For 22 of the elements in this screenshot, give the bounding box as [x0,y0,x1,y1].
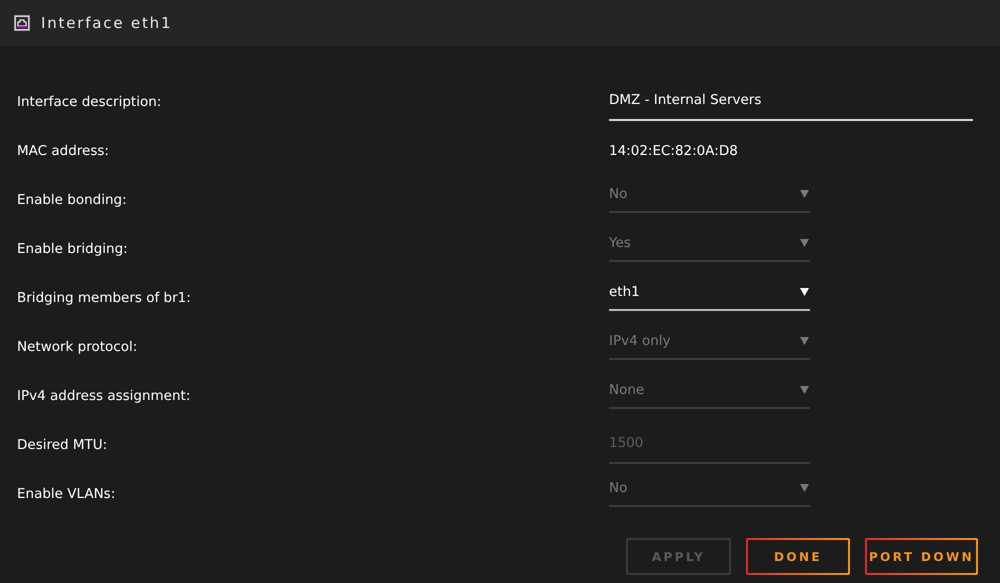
mac-address-value: 14:02:EC:82:0A:D8 [609,142,738,161]
ethernet-port-icon [14,15,30,31]
field-label: Enable bridging: [16,240,129,259]
dropdown[interactable]: eth1 [609,273,810,311]
caret-icon [800,337,809,345]
field-label: Desired MTU: [16,436,108,455]
action-button[interactable]: DONE [746,538,850,575]
field-label: Enable bonding: [16,191,128,210]
input-field[interactable]: DMZ - Internal Servers [609,77,973,122]
field-label: MAC address: [16,142,110,161]
caret-icon [800,484,809,492]
field-label: Enable VLANs: [16,485,116,504]
caret-icon [800,239,809,247]
field-label: Bridging members of br1: [16,289,192,308]
field-label: Interface description: [16,93,162,112]
caret-icon [800,386,809,394]
field-label: IPv4 address assignment: [16,387,192,406]
field-label: Network protocol: [16,338,138,357]
action-button[interactable]: PORT DOWN [865,538,978,575]
caret-icon [800,190,809,198]
caret-icon [800,288,809,296]
window-title: Interface eth1 [41,12,172,34]
